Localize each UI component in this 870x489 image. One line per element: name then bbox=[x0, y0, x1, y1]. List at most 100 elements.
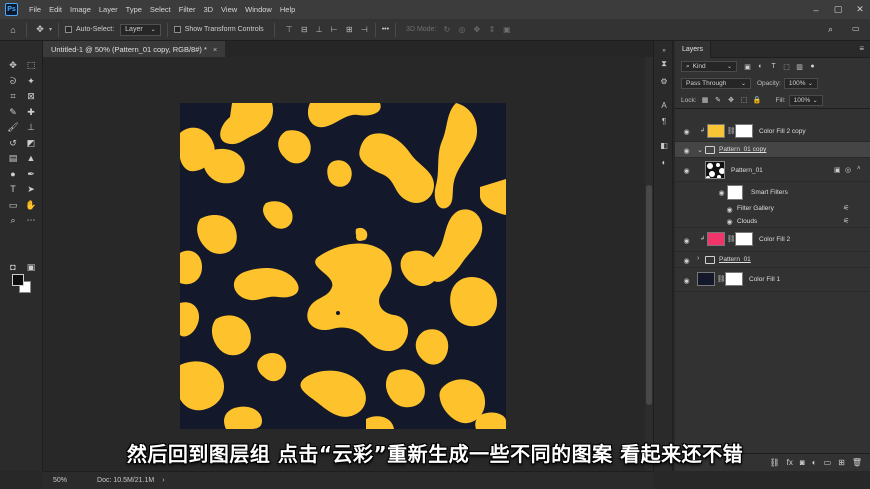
filter-options-icon[interactable]: ⚟ bbox=[843, 204, 849, 212]
crop-tool-icon[interactable]: ⌗ bbox=[6, 89, 20, 103]
lasso-tool-icon[interactable]: ᘐ bbox=[6, 74, 20, 88]
filter-toggle-icon[interactable]: ● bbox=[808, 62, 817, 71]
adjustment-filter-icon[interactable]: ◐ bbox=[756, 62, 765, 71]
more-tools-icon[interactable]: ⋯ bbox=[24, 213, 38, 227]
character-panel-icon[interactable]: A bbox=[658, 99, 670, 111]
paragraph-panel-icon[interactable]: ¶ bbox=[658, 115, 670, 127]
pan-icon[interactable]: ✥ bbox=[472, 25, 481, 34]
search-icon[interactable]: ⌕ bbox=[828, 24, 833, 35]
lock-image-icon[interactable]: ✎ bbox=[714, 96, 723, 105]
align-right-icon[interactable]: ⊣ bbox=[360, 25, 369, 34]
menu-edit[interactable]: Edit bbox=[45, 5, 66, 14]
menu-3d[interactable]: 3D bbox=[199, 5, 217, 14]
blur-tool-icon[interactable]: ▲ bbox=[24, 151, 38, 165]
scrollbar-thumb[interactable] bbox=[646, 185, 652, 405]
eye-icon[interactable]: ◉ bbox=[682, 236, 691, 245]
maximize-icon[interactable]: ▢ bbox=[828, 0, 848, 19]
type-tool-icon[interactable]: T bbox=[6, 182, 20, 196]
align-bottom-icon[interactable]: ⊥ bbox=[315, 25, 324, 34]
home-icon[interactable]: ⌂ bbox=[6, 23, 20, 37]
zoom-tool-icon[interactable]: ⌕ bbox=[6, 213, 20, 227]
panel-menu-icon[interactable]: ≡ bbox=[859, 44, 864, 53]
document-tab[interactable]: Untitled-1 @ 50% (Pattern_01 copy, RGB/8… bbox=[43, 41, 226, 57]
pixel-filter-icon[interactable]: ▣ bbox=[743, 62, 752, 71]
marquee-tool-icon[interactable]: ⬚ bbox=[24, 58, 38, 72]
show-transform-checkbox[interactable] bbox=[173, 26, 181, 33]
chevron-right-icon[interactable]: › bbox=[162, 477, 164, 484]
lock-all-icon[interactable]: 🔒 bbox=[753, 96, 762, 105]
fill-input[interactable]: 100% ⌄ bbox=[788, 94, 823, 106]
chevron-right-icon[interactable]: › bbox=[697, 255, 699, 262]
close-icon[interactable]: ✕ bbox=[850, 0, 870, 19]
dodge-tool-icon[interactable]: ● bbox=[6, 167, 20, 181]
menu-view[interactable]: View bbox=[217, 5, 241, 14]
more-options-button[interactable]: ••• bbox=[382, 26, 389, 33]
canvas-area[interactable] bbox=[43, 57, 645, 471]
blend-mode-dropdown[interactable]: Pass Through ⌄ bbox=[681, 78, 751, 89]
menu-filter[interactable]: Filter bbox=[175, 5, 200, 14]
menu-help[interactable]: Help bbox=[276, 5, 299, 14]
brush-tool-icon[interactable]: 🖌 bbox=[6, 120, 20, 134]
kind-filter-dropdown[interactable]: ⌕ Kind ⌄ bbox=[681, 61, 737, 72]
filter-options-icon[interactable]: ⚟ bbox=[843, 217, 849, 225]
adjustments-panel-icon[interactable]: ◐ bbox=[658, 156, 670, 168]
eye-icon[interactable]: ◉ bbox=[682, 256, 691, 265]
align-left-icon[interactable]: ⊢ bbox=[330, 25, 339, 34]
clouds-filter-row[interactable]: ◉ Clouds ⚟ bbox=[675, 215, 870, 228]
stamp-tool-icon[interactable]: ⊥ bbox=[24, 120, 38, 134]
eye-icon[interactable]: ◉ bbox=[682, 276, 691, 285]
layer-row-color-fill-2[interactable]: ◉ ↲ ⛓ Color Fill 2 bbox=[675, 228, 870, 252]
eye-icon[interactable]: ◉ bbox=[725, 217, 734, 226]
align-hcenter-icon[interactable]: ⊞ bbox=[345, 25, 354, 34]
eyedropper-icon[interactable]: ✎ bbox=[6, 105, 20, 119]
pen-tool-icon[interactable]: ✒ bbox=[24, 167, 38, 181]
align-vcenter-icon[interactable]: ⊟ bbox=[300, 25, 309, 34]
layer-row-color-fill-2-copy[interactable]: ◉ ↲ ⛓ Color Fill 2 copy bbox=[675, 121, 870, 142]
smart-object-filter-icon[interactable]: ▥ bbox=[795, 62, 804, 71]
layer-row-pattern-01-group[interactable]: ◉ › Pattern_01 bbox=[675, 252, 870, 268]
zoom-level[interactable]: 50% bbox=[53, 477, 67, 484]
eye-icon[interactable]: ◉ bbox=[682, 166, 691, 175]
minimize-icon[interactable]: – bbox=[806, 0, 826, 19]
chevron-down-icon[interactable]: ⌄ bbox=[697, 146, 703, 154]
properties-panel-icon[interactable]: ⚙ bbox=[658, 75, 670, 87]
menu-file[interactable]: File bbox=[25, 5, 45, 14]
roll-icon[interactable]: ◎ bbox=[457, 25, 466, 34]
opacity-input[interactable]: 100% ⌄ bbox=[783, 78, 818, 89]
filter-effects-icon[interactable]: ◎ bbox=[845, 166, 851, 174]
eraser-tool-icon[interactable]: ◩ bbox=[24, 136, 38, 150]
hand-tool-icon[interactable]: ✋ bbox=[24, 198, 38, 212]
libraries-panel-icon[interactable]: ◧ bbox=[658, 139, 670, 151]
workspace-icon[interactable]: ▭ bbox=[852, 24, 860, 33]
orbit-icon[interactable]: ↻ bbox=[442, 25, 451, 34]
foreground-color-swatch[interactable] bbox=[12, 274, 24, 286]
gradient-tool-icon[interactable]: ▤ bbox=[6, 151, 20, 165]
frame-tool-icon[interactable]: ⊠ bbox=[24, 89, 38, 103]
menu-type[interactable]: Type bbox=[122, 5, 146, 14]
layer-mask-thumbnail[interactable] bbox=[735, 232, 753, 246]
move-tool-icon[interactable]: ✥ bbox=[6, 58, 20, 72]
eye-icon[interactable]: ◉ bbox=[682, 127, 691, 136]
eye-icon[interactable]: ◉ bbox=[725, 205, 734, 214]
layer-row-pattern-01-copy-group[interactable]: ◉ ⌄ Pattern_01 copy bbox=[675, 142, 870, 158]
auto-select-checkbox[interactable] bbox=[65, 26, 73, 33]
link-icon[interactable]: ⛓ bbox=[727, 233, 736, 245]
link-icon[interactable]: ⛓ bbox=[717, 273, 726, 285]
type-filter-icon[interactable]: T bbox=[769, 62, 778, 71]
eye-icon[interactable]: ◉ bbox=[682, 146, 691, 155]
chevron-down-icon[interactable]: ▾ bbox=[49, 26, 52, 33]
smart-filter-mask-thumbnail[interactable] bbox=[727, 185, 743, 200]
vertical-scrollbar[interactable] bbox=[645, 57, 653, 471]
layer-mask-thumbnail[interactable] bbox=[735, 124, 753, 138]
dock-collapse-icon[interactable]: » bbox=[658, 45, 670, 57]
menu-image[interactable]: Image bbox=[66, 5, 95, 14]
align-top-icon[interactable]: ⊤ bbox=[285, 25, 294, 34]
slide-icon[interactable]: ⇕ bbox=[487, 25, 496, 34]
magic-wand-icon[interactable]: ✦ bbox=[24, 74, 38, 88]
lock-artboard-icon[interactable]: ⬚ bbox=[740, 96, 749, 105]
menu-window[interactable]: Window bbox=[241, 5, 276, 14]
layer-row-pattern-01[interactable]: ◉ Pattern_01 ▣ ◎ ˄ bbox=[675, 158, 870, 182]
shape-filter-icon[interactable]: ⬚ bbox=[782, 62, 791, 71]
eye-icon[interactable]: ◉ bbox=[717, 188, 726, 197]
quick-mask-icon[interactable]: ◘ bbox=[6, 260, 20, 274]
